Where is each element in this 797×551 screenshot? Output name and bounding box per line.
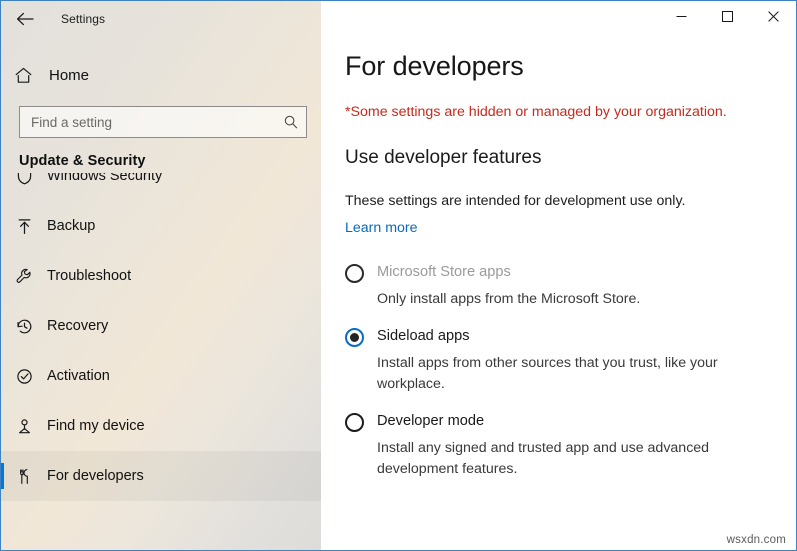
learn-more-link[interactable]: Learn more bbox=[345, 220, 418, 236]
search-input[interactable] bbox=[20, 114, 276, 130]
radio-description: Only install apps from the Microsoft Sto… bbox=[377, 291, 641, 307]
sidebar-item-troubleshoot[interactable]: Troubleshoot bbox=[1, 251, 321, 301]
location-pin-icon bbox=[1, 417, 47, 436]
back-arrow-icon bbox=[16, 12, 34, 26]
sidebar-item-for-developers[interactable]: For developers bbox=[1, 451, 321, 501]
sidebar-item-home[interactable]: Home bbox=[1, 57, 321, 93]
selection-accent-bar bbox=[1, 463, 4, 489]
radio-mark[interactable] bbox=[345, 328, 364, 347]
minimize-icon bbox=[676, 15, 686, 17]
radio-option-microsoft-store-apps[interactable]: Microsoft Store apps Only install apps f… bbox=[345, 263, 775, 310]
sidebar-nav-scroll[interactable]: Windows Security Backup Troubleshoot Rec… bbox=[1, 173, 321, 550]
sidebar: Home Update & Security bbox=[1, 1, 321, 550]
radio-description: Install apps from other sources that you… bbox=[377, 355, 718, 392]
section-description: These settings are intended for developm… bbox=[345, 193, 686, 209]
sidebar-item-recovery[interactable]: Recovery bbox=[1, 301, 321, 351]
sidebar-item-label: Troubleshoot bbox=[47, 268, 132, 284]
close-icon bbox=[767, 10, 779, 22]
sidebar-item-activation[interactable]: Activation bbox=[1, 351, 321, 401]
sidebar-item-label: Recovery bbox=[47, 318, 109, 334]
wrench-icon bbox=[1, 267, 47, 286]
sidebar-item-label: Activation bbox=[47, 368, 110, 384]
close-button[interactable] bbox=[750, 1, 796, 31]
radio-label: Developer mode bbox=[377, 413, 485, 429]
page-title: For developers bbox=[345, 51, 524, 81]
app-title: Settings bbox=[61, 12, 106, 26]
backup-upload-icon bbox=[1, 217, 47, 236]
sidebar-group-header: Update & Security bbox=[19, 153, 146, 169]
radio-label: Sideload apps bbox=[377, 328, 470, 344]
window-controls bbox=[658, 1, 796, 31]
radio-label: Microsoft Store apps bbox=[377, 264, 511, 280]
sidebar-item-label: Find my device bbox=[47, 418, 145, 434]
history-clock-icon bbox=[1, 317, 47, 336]
back-button[interactable] bbox=[5, 3, 45, 35]
maximize-button[interactable] bbox=[704, 1, 750, 31]
sidebar-nav-list: Windows Security Backup Troubleshoot Rec… bbox=[1, 173, 321, 501]
developer-features-radio-group: Microsoft Store apps Only install apps f… bbox=[345, 263, 775, 497]
search-icon[interactable] bbox=[276, 114, 306, 130]
watermark: wsxdn.com bbox=[726, 534, 786, 546]
sidebar-item-windows-security[interactable]: Windows Security bbox=[1, 173, 321, 201]
settings-window: Home Update & Security bbox=[0, 0, 797, 551]
sidebar-item-label: Backup bbox=[47, 218, 96, 234]
sidebar-item-find-my-device[interactable]: Find my device bbox=[1, 401, 321, 451]
sidebar-item-backup[interactable]: Backup bbox=[1, 201, 321, 251]
sidebar-item-label: For developers bbox=[47, 468, 144, 484]
developer-tools-icon bbox=[1, 467, 47, 486]
sidebar-home-label: Home bbox=[49, 66, 90, 84]
radio-mark[interactable] bbox=[345, 413, 364, 432]
check-circle-icon bbox=[1, 367, 47, 386]
maximize-icon bbox=[721, 10, 733, 22]
sidebar-item-label: Windows Security bbox=[47, 173, 163, 184]
radio-mark[interactable] bbox=[345, 264, 364, 283]
radio-option-sideload-apps[interactable]: Sideload apps Install apps from other so… bbox=[345, 327, 775, 395]
section-title: Use developer features bbox=[345, 147, 542, 168]
radio-description: Install any signed and trusted app and u… bbox=[377, 440, 710, 477]
search-box[interactable] bbox=[19, 106, 307, 138]
main-content: For developers *Some settings are hidden… bbox=[321, 1, 796, 550]
shield-icon bbox=[1, 173, 47, 186]
minimize-button[interactable] bbox=[658, 1, 704, 31]
home-icon bbox=[1, 66, 45, 85]
organization-warning-text: *Some settings are hidden or managed by … bbox=[345, 104, 727, 120]
radio-option-developer-mode[interactable]: Developer mode Install any signed and tr… bbox=[345, 412, 775, 480]
